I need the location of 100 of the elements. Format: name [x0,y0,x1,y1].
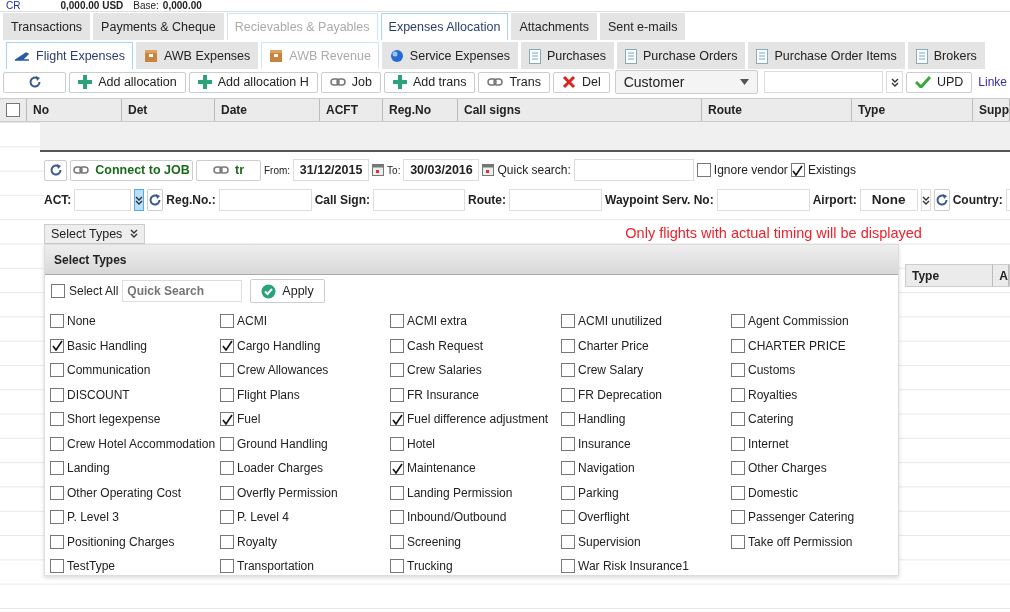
sub-tab[interactable]: Purchases [520,42,614,69]
column-header[interactable]: A [993,265,1009,286]
main-tab[interactable]: Sent e-mails [599,13,686,40]
checkbox[interactable] [561,363,575,378]
checkbox[interactable] [50,534,64,549]
checkbox[interactable] [50,363,64,378]
column-header[interactable]: Type [852,99,973,121]
main-tab[interactable]: Payments & Cheque [93,13,224,40]
checkbox[interactable] [731,510,745,525]
checkbox[interactable] [731,485,745,500]
column-header[interactable]: Supp [973,99,1010,121]
checkbox[interactable] [220,485,234,500]
checkbox[interactable] [561,412,575,427]
refresh-button[interactable] [3,71,67,93]
select-types-dropdown[interactable]: Select Types [44,223,146,244]
text-field[interactable] [373,189,465,211]
checkbox[interactable] [731,363,745,378]
checkbox[interactable] [220,338,234,353]
linked-link[interactable]: Linke [978,73,1007,91]
date-field[interactable]: 31/12/2015 [293,159,370,181]
column-header[interactable]: No [27,99,122,121]
refresh-button[interactable] [44,159,67,181]
checkbox[interactable] [220,387,234,402]
checkbox[interactable] [561,559,575,574]
text-field[interactable] [716,189,810,211]
sub-tab[interactable]: Flight Expenses [6,42,133,69]
checkbox[interactable] [390,412,404,427]
add-button[interactable]: Add trans [383,71,476,93]
text-field[interactable] [509,189,602,211]
sub-tab[interactable]: AWB Expenses [135,42,259,69]
checkbox[interactable] [50,436,64,451]
checkbox[interactable] [561,314,575,329]
connect-button[interactable]: Connect to JOB [70,159,193,181]
checkbox[interactable] [561,461,575,476]
checkbox[interactable] [220,510,234,525]
add-button[interactable]: Add allocation H [188,71,318,93]
connect-button[interactable]: tr [196,159,261,181]
refresh-button[interactable] [147,189,164,211]
checkbox[interactable] [390,485,404,500]
sub-tab[interactable]: Purchase Order Items [748,42,905,69]
customer-dropdown[interactable]: Customer [614,70,759,94]
checkbox[interactable] [390,314,404,329]
checkbox[interactable] [731,461,745,476]
checkbox[interactable] [561,485,575,500]
sub-tab[interactable]: Brokers [907,42,985,69]
column-header[interactable]: Det [122,99,215,121]
text-field[interactable] [74,189,132,211]
checkbox[interactable] [50,387,64,402]
checkbox[interactable] [220,534,234,549]
checkbox[interactable] [731,338,745,353]
checkbox[interactable] [561,510,575,525]
checkbox[interactable] [390,387,404,402]
checkbox[interactable] [50,338,64,353]
quick-search-field[interactable] [573,159,694,181]
main-tab[interactable]: Transactions [3,13,91,40]
sub-tab[interactable]: Purchase Orders [617,42,746,69]
column-header[interactable]: Route [702,99,852,121]
checkbox[interactable] [220,412,234,427]
checkbox[interactable] [50,485,64,500]
checkbox[interactable] [731,314,745,329]
column-header[interactable]: Call signs [458,99,702,121]
checkbox[interactable] [696,163,711,177]
expand-button[interactable] [134,189,145,211]
column-header[interactable]: Date [215,99,320,121]
link-button[interactable]: Job [320,71,381,93]
column-header[interactable]: ACFT [320,99,383,121]
checkbox[interactable] [220,436,234,451]
checkbox[interactable] [50,559,64,574]
add-button[interactable]: Add allocation [69,71,186,93]
select-all-checkbox[interactable] [51,284,65,298]
column-header[interactable]: Type [906,265,994,286]
checkbox[interactable] [390,461,404,476]
sub-tab[interactable]: Service Expenses [381,42,518,69]
text-field[interactable] [218,189,312,211]
quick-search-field[interactable]: Quick Search [122,280,243,302]
checkbox[interactable] [561,534,575,549]
main-tab[interactable]: Attachments [511,13,597,40]
refresh-button[interactable] [933,189,950,211]
checkbox[interactable] [220,314,234,329]
checkbox[interactable] [390,436,404,451]
checkbox[interactable] [390,338,404,353]
column-header[interactable]: Reg.No [383,99,458,121]
checkbox[interactable] [390,534,404,549]
checkbox[interactable] [50,412,64,427]
checkbox[interactable] [220,363,234,378]
select-all-checkbox[interactable] [6,103,20,117]
search-field[interactable] [764,71,884,93]
checkbox[interactable] [561,387,575,402]
checkbox[interactable] [50,461,64,476]
update-button[interactable]: UPD [905,71,973,93]
checkbox[interactable] [731,436,745,451]
checkbox[interactable] [390,510,404,525]
checkbox[interactable] [390,559,404,574]
checkbox[interactable] [561,338,575,353]
delete-button[interactable]: Del [552,71,610,93]
checkbox[interactable] [731,387,745,402]
airport-field[interactable]: None [859,189,918,211]
checkbox[interactable] [731,534,745,549]
checkbox[interactable] [220,559,234,574]
date-field[interactable]: 30/03/2016 [403,159,480,181]
